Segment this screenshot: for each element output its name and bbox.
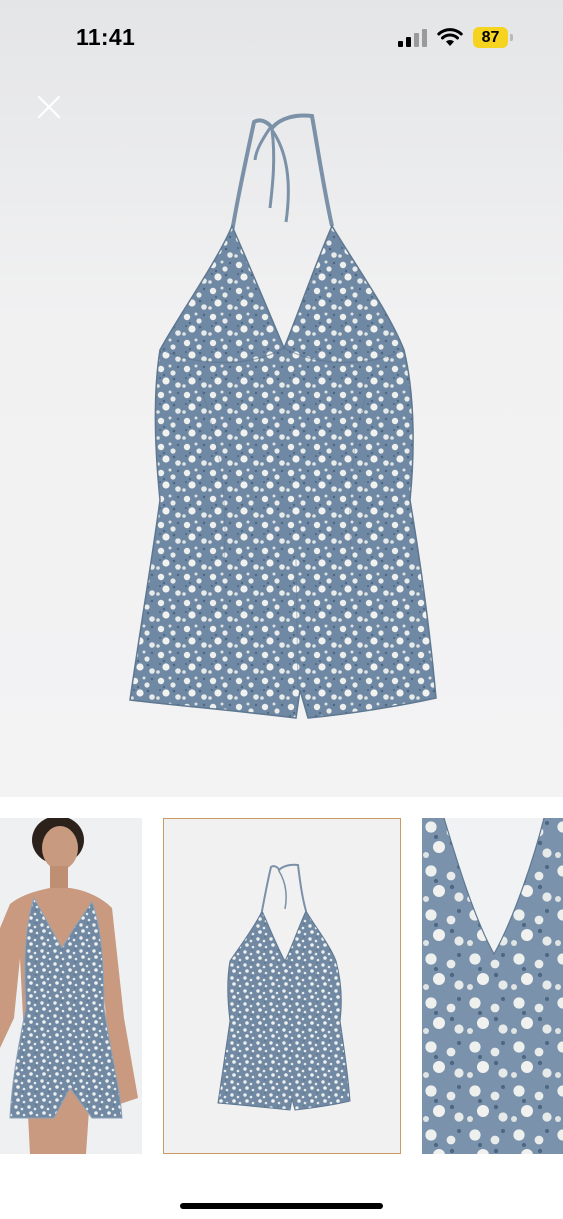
battery-cap <box>510 34 513 41</box>
status-bar: 11:41 87 <box>0 0 563 76</box>
status-time: 11:41 <box>76 24 136 50</box>
thumbnail-model[interactable] <box>0 818 142 1154</box>
product-image-viewer[interactable]: 11:41 87 <box>0 0 563 797</box>
wifi-icon <box>437 28 463 46</box>
battery-level: 87 <box>481 29 500 46</box>
thumbnail-detail[interactable] <box>422 818 563 1154</box>
product-image <box>129 113 437 719</box>
battery-icon: 87 <box>473 27 508 48</box>
product-thumbnail-image <box>164 819 400 1153</box>
model-photo <box>0 818 142 1154</box>
cellular-signal-icon <box>398 29 427 47</box>
close-button[interactable] <box>34 92 64 122</box>
thumbnail-product[interactable] <box>163 818 401 1154</box>
close-icon <box>37 95 61 119</box>
detail-closeup-image <box>422 818 563 1154</box>
thumbnail-strip[interactable] <box>0 818 563 1154</box>
home-indicator[interactable] <box>180 1203 383 1209</box>
